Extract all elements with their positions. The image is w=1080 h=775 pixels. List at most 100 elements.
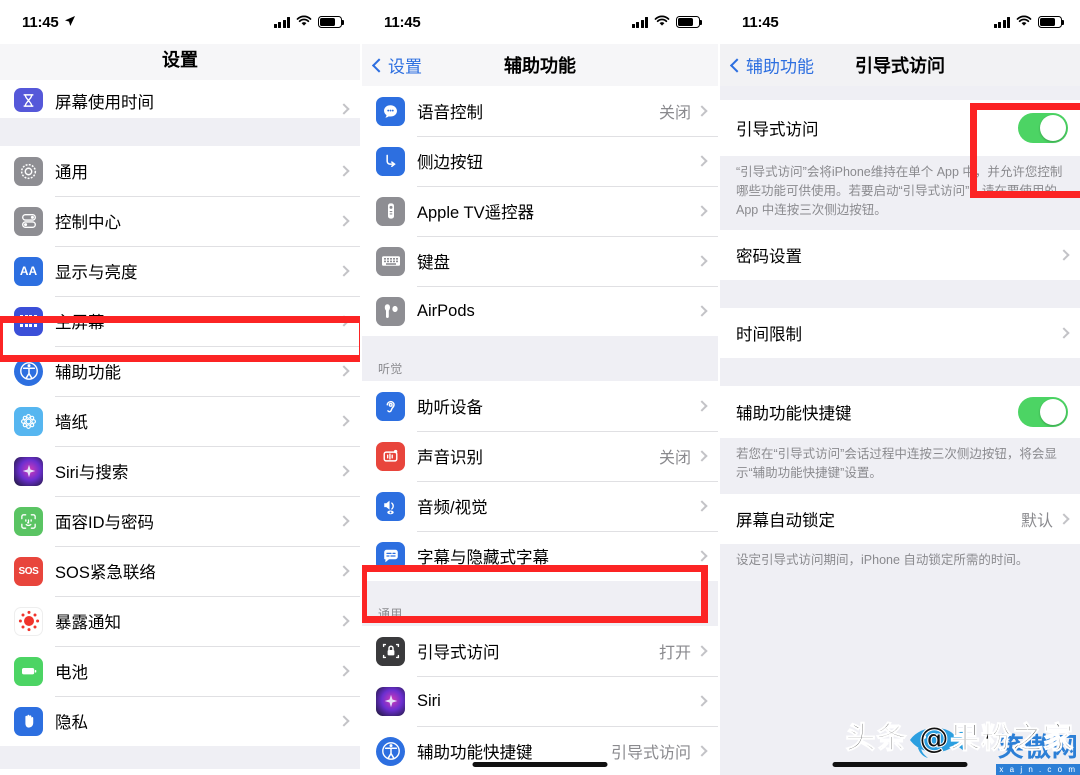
hearing-device-icon [376, 391, 405, 421]
list-item-sound-recognition[interactable]: 声音识别 关闭 [362, 431, 718, 481]
list-item-label: 助听设备 [417, 399, 483, 417]
location-arrow-icon [64, 14, 76, 31]
toggle-row-label: 引导式访问 [736, 121, 819, 139]
wifi-icon [296, 14, 312, 31]
list-item-label: Siri与搜索 [55, 464, 129, 482]
three-phone-screenshot-stage: 11:45 设置 屏幕使用时间 通用 控制中心 AA 显示与亮度 主屏幕 辅助功… [0, 0, 1080, 775]
guided-access-toggle-row[interactable]: 引导式访问 [720, 100, 1080, 156]
back-button[interactable]: 设置 [371, 53, 422, 78]
status-bar-left: 11:45 [0, 0, 360, 44]
shortcut-footnote: 若您在“引导式访问”会话过程中连按三次侧边按钮，将会显示“辅助功能快捷键”设置。 [720, 438, 1080, 494]
guided-access-toggle-group: 引导式访问 [720, 100, 1080, 156]
list-item-airpods[interactable]: AirPods [362, 286, 718, 336]
back-button-label: 辅助功能 [746, 57, 814, 77]
accessibility-scroll-area[interactable]: 语音控制 关闭 侧边按钮 Apple TV遥控器 键盘 AirPods 听觉 助… [362, 86, 718, 775]
voice-control-icon [376, 96, 405, 126]
chevron-right-icon [696, 400, 708, 412]
privacy-hand-icon [14, 706, 43, 736]
sound-recognition-icon [376, 441, 405, 471]
status-icons [631, 14, 703, 31]
status-time: 11:45 [22, 13, 59, 31]
status-bar-right: 11:45 [720, 0, 1080, 44]
chevron-right-icon [338, 215, 350, 227]
sidebar-item-control-center[interactable]: 控制中心 [0, 196, 360, 246]
back-button[interactable]: 辅助功能 [729, 53, 814, 78]
chevron-right-icon [696, 305, 708, 317]
guided-access-toggle[interactable] [1018, 113, 1068, 143]
list-item-auto-lock[interactable]: 屏幕自动锁定 默认 [720, 493, 1080, 544]
watermark-site-url: x a j n . c o m [996, 764, 1080, 775]
accessibility-icon [14, 356, 43, 386]
list-item-label: 时间限制 [736, 326, 802, 345]
wifi-icon [654, 14, 670, 31]
status-bar-middle: 11:45 [362, 0, 718, 44]
accessibility-shortcut-toggle[interactable] [1018, 397, 1068, 428]
list-item-label: 辅助功能 [55, 364, 121, 382]
list-item-value: 关闭 [658, 105, 691, 122]
list-item-time-limit[interactable]: 时间限制 [720, 308, 1080, 359]
sidebar-item-face-id[interactable]: 面容ID与密码 [0, 496, 360, 546]
chevron-right-icon [696, 450, 708, 462]
phone-panel-accessibility: 11:45 设置 辅助功能 语音控制 关闭 侧边按钮 Apple TV遥控器 键… [360, 0, 718, 775]
list-item-label: SOS紧急联络 [55, 564, 156, 582]
list-item-subtitles[interactable]: 字幕与隐藏式字幕 [362, 531, 718, 581]
sidebar-item-general[interactable]: 通用 [0, 146, 360, 196]
list-item[interactable]: 屏幕使用时间 [0, 80, 360, 118]
guided-access-footnote: “引导式访问”会将iPhone维持在单个 App 中，并允许您控制哪些功能可供使… [720, 156, 1080, 231]
back-button-label: 设置 [388, 57, 422, 77]
sidebar-item-home-screen[interactable]: 主屏幕 [0, 296, 360, 346]
battery-icon [1038, 16, 1065, 28]
list-item-label: 屏幕使用时间 [55, 94, 154, 112]
list-item-label: 辅助功能快捷键 [417, 744, 533, 762]
battery-icon [318, 16, 345, 28]
group-separator [0, 118, 360, 146]
sidebar-item-display-brightness[interactable]: AA 显示与亮度 [0, 246, 360, 296]
list-item-passcode-settings[interactable]: 密码设置 [720, 230, 1080, 281]
list-item-voice-control[interactable]: 语音控制 关闭 [362, 86, 718, 136]
list-item-label: 面容ID与密码 [55, 514, 154, 532]
shortcut-group: 辅助功能快捷键 [720, 386, 1080, 439]
cellular-bars-icon [273, 16, 290, 28]
guided-access-scroll-area[interactable]: 引导式访问 “引导式访问”会将iPhone维持在单个 App 中，并允许您控制哪… [720, 86, 1080, 775]
chevron-right-icon [696, 550, 708, 562]
sidebar-item-accessibility[interactable]: 辅助功能 [0, 346, 360, 396]
accessibility-group-physical: 语音控制 关闭 侧边按钮 Apple TV遥控器 键盘 AirPods [362, 86, 718, 336]
accessibility-icon [376, 736, 405, 766]
keyboard-icon [376, 246, 405, 276]
home-grid-dots [20, 315, 37, 327]
settings-scroll-area[interactable]: 屏幕使用时间 通用 控制中心 AA 显示与亮度 主屏幕 辅助功能 墙纸 Siri… [0, 80, 360, 769]
chevron-right-icon [696, 695, 708, 707]
siri-icon [14, 456, 43, 486]
list-item-accessibility-shortcut[interactable]: 辅助功能快捷键 引导式访问 [362, 726, 718, 775]
list-item-label: 侧边按钮 [417, 154, 483, 172]
list-item-side-button[interactable]: 侧边按钮 [362, 136, 718, 186]
sidebar-item-siri-search[interactable]: Siri与搜索 [0, 446, 360, 496]
list-item-hearing-device[interactable]: 助听设备 [362, 381, 718, 431]
list-item-keyboard[interactable]: 键盘 [362, 236, 718, 286]
list-item-label: 引导式访问 [417, 644, 500, 662]
accessibility-shortcut-toggle-row[interactable]: 辅助功能快捷键 [720, 386, 1080, 439]
sidebar-item-sos[interactable]: SOS SOS紧急联络 [0, 546, 360, 596]
list-item-apple-tv-remote[interactable]: Apple TV遥控器 [362, 186, 718, 236]
list-item-label: 控制中心 [55, 214, 121, 232]
sidebar-item-privacy[interactable]: 隐私 [0, 696, 360, 746]
chevron-right-icon [696, 500, 708, 512]
list-item-audio-visual[interactable]: 音频/视觉 [362, 481, 718, 531]
list-item-label: 声音识别 [417, 449, 483, 467]
screen-time-icon [14, 88, 43, 112]
list-item-guided-access[interactable]: 引导式访问 打开 [362, 626, 718, 676]
chevron-right-icon [696, 105, 708, 117]
side-button-icon [376, 146, 405, 176]
sidebar-item-battery[interactable]: 电池 [0, 646, 360, 696]
cellular-bars-icon [631, 16, 648, 28]
audio-visual-icon [376, 491, 405, 521]
sidebar-item-wallpaper[interactable]: 墙纸 [0, 396, 360, 446]
sidebar-item-exposure-notification[interactable]: 暴露通知 [0, 596, 360, 646]
chevron-right-icon [696, 645, 708, 657]
list-item-siri[interactable]: Siri [362, 676, 718, 726]
wallpaper-icon [14, 406, 43, 436]
page-title: 设置 [162, 50, 198, 70]
guided-access-icon [376, 636, 405, 666]
list-item-label: 隐私 [55, 714, 88, 732]
list-item-label: 通用 [55, 164, 88, 182]
